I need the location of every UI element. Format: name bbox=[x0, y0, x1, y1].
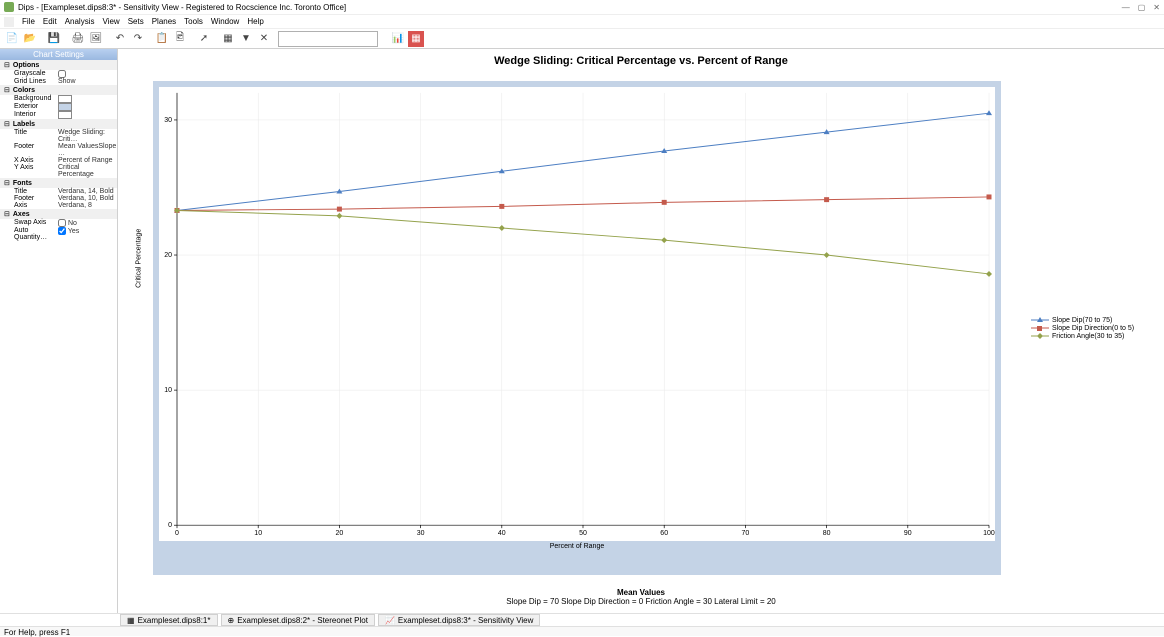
copy-image-icon[interactable]: 🖻 bbox=[172, 31, 188, 47]
svg-text:90: 90 bbox=[904, 531, 912, 538]
prop-gridlines: Grid Lines bbox=[14, 78, 58, 85]
svg-text:50: 50 bbox=[579, 531, 587, 538]
menu-sets[interactable]: Sets bbox=[128, 17, 144, 26]
svg-text:100: 100 bbox=[983, 531, 995, 538]
svg-text:20: 20 bbox=[164, 252, 172, 259]
system-menu-icon[interactable] bbox=[4, 17, 14, 27]
print-icon[interactable]: 🖨 bbox=[70, 31, 86, 47]
menu-file[interactable]: File bbox=[22, 17, 35, 26]
y-axis-label: Critical Percentage bbox=[136, 229, 143, 288]
close-icon[interactable]: ✕ bbox=[1153, 3, 1160, 12]
new-file-icon[interactable]: 📄 bbox=[4, 31, 20, 47]
label-footer-value[interactable]: Mean ValuesSlope … bbox=[58, 143, 117, 157]
undo-icon[interactable]: ↶ bbox=[112, 31, 128, 47]
svg-text:60: 60 bbox=[660, 531, 668, 538]
font-title-value[interactable]: Verdana, 14, Bold bbox=[58, 188, 117, 195]
group-colors[interactable]: Colors bbox=[0, 85, 117, 95]
color-bg[interactable] bbox=[58, 95, 72, 103]
panel-title: Chart Settings bbox=[0, 49, 117, 60]
maximize-icon[interactable]: ▢ bbox=[1138, 3, 1146, 12]
grid-icon[interactable]: ▦ bbox=[220, 31, 236, 47]
doc-icon: ▦ bbox=[127, 616, 135, 625]
save-icon[interactable]: 💾 bbox=[46, 31, 62, 47]
label-y-value[interactable]: Critical Percentage bbox=[58, 164, 117, 178]
menu-bar: File Edit Analysis View Sets Planes Tool… bbox=[0, 15, 1164, 29]
group-axes[interactable]: Axes bbox=[0, 209, 117, 219]
font-footer-value[interactable]: Verdana, 10, Bold bbox=[58, 195, 117, 202]
svg-text:30: 30 bbox=[164, 117, 172, 124]
prop-exterior: Exterior bbox=[14, 103, 58, 111]
menu-tools[interactable]: Tools bbox=[184, 17, 203, 26]
label-title-value[interactable]: Wedge Sliding: Criti… bbox=[58, 129, 117, 143]
chart-title: Wedge Sliding: Critical Percentage vs. P… bbox=[118, 49, 1164, 73]
doc-tab-1[interactable]: ▦Exampleset.dips8:1* bbox=[120, 614, 218, 626]
select-icon[interactable]: ➚ bbox=[196, 31, 212, 47]
doc-icon: ⊕ bbox=[228, 616, 235, 625]
gridlines-value[interactable]: Show bbox=[58, 78, 117, 85]
doc-tab-3[interactable]: 📈Exampleset.dips8:3* - Sensitivity View bbox=[378, 614, 540, 626]
chart-frame: 01020304050607080901000102030 Critical P… bbox=[153, 81, 1001, 575]
clear-filter-icon[interactable]: ✕ bbox=[256, 31, 272, 47]
open-folder-icon[interactable]: 📂 bbox=[22, 31, 38, 47]
minimize-icon[interactable]: — bbox=[1122, 3, 1130, 12]
prop-interior: Interior bbox=[14, 111, 58, 119]
chart-plot[interactable]: 01020304050607080901000102030 Critical P… bbox=[159, 87, 995, 541]
prop-background: Background bbox=[14, 95, 58, 103]
svg-text:0: 0 bbox=[168, 523, 172, 530]
menu-planes[interactable]: Planes bbox=[152, 17, 176, 26]
footer-title: Mean Values bbox=[118, 588, 1164, 598]
menu-help[interactable]: Help bbox=[247, 17, 263, 26]
x-axis-label: Percent of Range bbox=[159, 543, 995, 550]
menu-analysis[interactable]: Analysis bbox=[65, 17, 95, 26]
menu-edit[interactable]: Edit bbox=[43, 17, 57, 26]
svg-text:0: 0 bbox=[175, 531, 179, 538]
app-icon bbox=[4, 2, 14, 12]
group-options[interactable]: Options bbox=[0, 60, 117, 70]
footer-text: Slope Dip = 70 Slope Dip Direction = 0 F… bbox=[118, 597, 1164, 607]
svg-text:30: 30 bbox=[417, 531, 425, 538]
selector-dropdown[interactable] bbox=[278, 31, 378, 47]
status-bar: For Help, press F1 bbox=[0, 626, 1164, 636]
title-bar: Dips - [Exampleset.dips8:3* - Sensitivit… bbox=[0, 0, 1164, 15]
doc-tab-2[interactable]: ⊕Exampleset.dips8:2* - Stereonet Plot bbox=[221, 614, 375, 626]
svg-text:10: 10 bbox=[164, 388, 172, 395]
label-x-value[interactable]: Percent of Range bbox=[58, 157, 117, 164]
legend-item: Friction Angle(30 to 35) bbox=[1031, 332, 1134, 340]
doc-icon: 📈 bbox=[385, 616, 395, 625]
svg-text:20: 20 bbox=[336, 531, 344, 538]
svg-text:40: 40 bbox=[498, 531, 506, 538]
redo-icon[interactable]: ↷ bbox=[130, 31, 146, 47]
print-preview-icon[interactable]: 🖼 bbox=[88, 31, 104, 47]
properties-panel: Chart Settings Options Grayscale Grid Li… bbox=[0, 49, 118, 613]
copy-icon[interactable]: 📋 bbox=[154, 31, 170, 47]
window-title: Dips - [Exampleset.dips8:3* - Sensitivit… bbox=[18, 3, 346, 12]
color-ext[interactable] bbox=[58, 103, 72, 111]
svg-text:80: 80 bbox=[823, 531, 831, 538]
legend-item: Slope Dip Direction(0 to 5) bbox=[1031, 324, 1134, 332]
auto-qty-checkbox[interactable] bbox=[58, 227, 66, 235]
group-fonts[interactable]: Fonts bbox=[0, 178, 117, 188]
main-toolbar: 📄 📂 💾 🖨 🖼 ↶ ↷ 📋 🖻 ➚ ▦ ▼ ✕ 📊 ▦ bbox=[0, 29, 1164, 49]
legend: Slope Dip(70 to 75)Slope Dip Direction(0… bbox=[1031, 316, 1134, 340]
svg-text:10: 10 bbox=[254, 531, 262, 538]
menu-window[interactable]: Window bbox=[211, 17, 239, 26]
excel-export-icon[interactable]: ▦ bbox=[408, 31, 424, 47]
color-int[interactable] bbox=[58, 111, 72, 119]
svg-text:70: 70 bbox=[742, 531, 750, 538]
swap-axis-checkbox[interactable] bbox=[58, 219, 66, 227]
grayscale-checkbox[interactable] bbox=[58, 70, 66, 78]
menu-view[interactable]: View bbox=[102, 17, 119, 26]
font-axis-value[interactable]: Verdana, 8 bbox=[58, 202, 117, 209]
document-tabs: ▦Exampleset.dips8:1* ⊕Exampleset.dips8:2… bbox=[0, 613, 1164, 626]
filter-icon[interactable]: ▼ bbox=[238, 31, 254, 47]
chart-footer: Mean Values Slope Dip = 70 Slope Dip Dir… bbox=[118, 584, 1164, 613]
group-labels[interactable]: Labels bbox=[0, 119, 117, 129]
legend-item: Slope Dip(70 to 75) bbox=[1031, 316, 1134, 324]
chart-icon[interactable]: 📊 bbox=[390, 31, 406, 47]
prop-grayscale: Grayscale bbox=[14, 70, 58, 78]
